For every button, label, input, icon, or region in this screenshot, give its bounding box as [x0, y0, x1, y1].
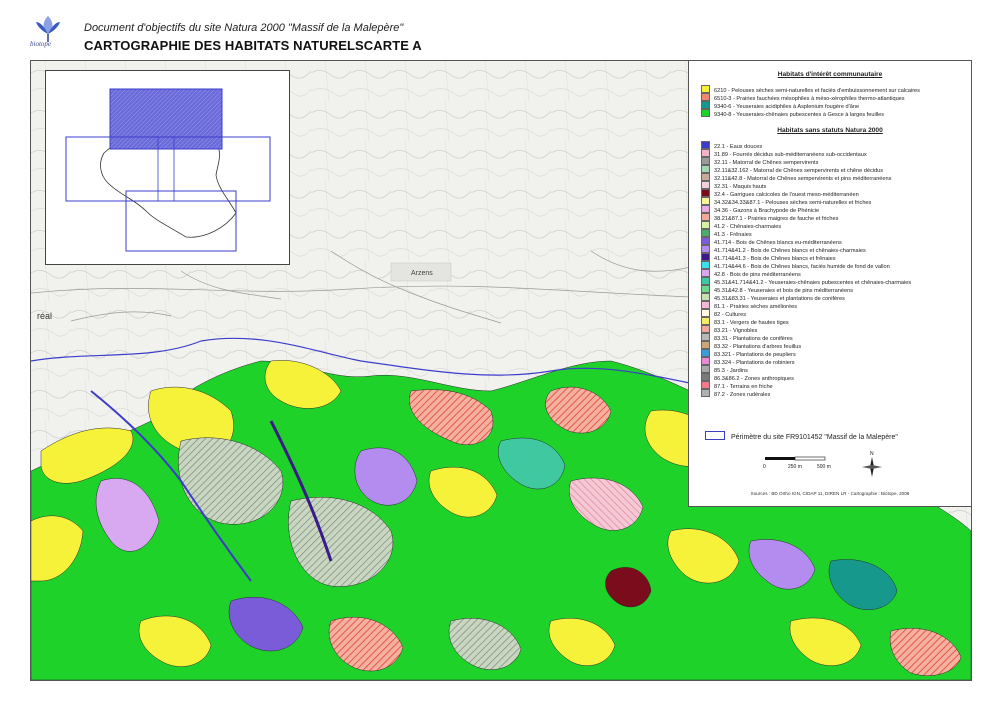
legend-item: 32.11 - Matorral de Chênes sempervirents — [701, 157, 818, 166]
legend-item: 45.31&41.714&41.2 - Yeuseraies-chênaies … — [701, 277, 911, 286]
legend-swatch — [701, 381, 710, 389]
legend-swatch — [701, 181, 710, 189]
inset-locator-map — [45, 70, 290, 265]
legend-item: 41.714&41.2 - Bois de Chênes blancs et c… — [701, 245, 866, 254]
legend-item: 32.11&42.8 - Matorral de Chênes sempervi… — [701, 173, 891, 182]
legend-item: 32.11&32.162 - Matorral de Chênes semper… — [701, 165, 883, 174]
legend-swatch — [701, 101, 710, 109]
legend-item-label: 9340-8 - Yeuseraies-chênaies pubescentes… — [714, 112, 885, 118]
legend-item: 82 - Cultures — [701, 309, 746, 318]
legend-swatch — [701, 277, 710, 285]
legend-swatch — [701, 389, 710, 397]
north-label: N — [870, 451, 874, 457]
legend-item: 6510-3 - Prairies fauchées mésophiles à … — [701, 93, 905, 102]
legend-swatch — [701, 197, 710, 205]
legend-item: 86.3&86.2 - Zones anthropiques — [701, 373, 794, 382]
logo-text: biotope — [30, 40, 51, 48]
legend-item: 34.36 - Gazons à Brachypode de Phénicie — [701, 205, 819, 214]
map-legend: Habitats d'intérêt communautaire 6210 - … — [688, 61, 971, 507]
legend-swatch — [701, 109, 710, 117]
legend-swatch — [701, 373, 710, 381]
legend-swatch — [701, 93, 710, 101]
legend-swatch — [701, 293, 710, 301]
legend-item: 83.324 - Plantations de robiniers — [701, 357, 795, 366]
legend-item-label: 87.2 - Zones rudérales — [714, 392, 771, 398]
legend-swatch — [701, 341, 710, 349]
legend-swatch — [701, 253, 710, 261]
legend-item: 34.32&34.33&87.1 - Pelouses sèches semi-… — [701, 197, 871, 206]
map-edge-label: réal — [37, 311, 52, 321]
legend-item: 41.714 - Bois de Chênes blancs eu-médite… — [701, 237, 842, 246]
legend-swatch — [701, 317, 710, 325]
legend-item: 83.32 - Plantations d'arbres feuillus — [701, 341, 801, 350]
legend-swatch — [701, 365, 710, 373]
legend-item: 83.21 - Vignobles — [701, 325, 757, 334]
legend-swatch — [701, 141, 710, 149]
legend-swatch — [701, 165, 710, 173]
legend-swatch — [701, 301, 710, 309]
document-title: Document d'objectifs du site Natura 2000… — [84, 22, 404, 34]
legend-item: 41.714&41.3 - Bois de Chênes blancs et f… — [701, 253, 836, 262]
perimeter-swatch — [705, 431, 725, 440]
legend-swatch — [701, 245, 710, 253]
legend-item: 87.2 - Zones rudérales — [701, 389, 771, 398]
legend-item: 83.321 - Plantations de peupliers — [701, 349, 796, 358]
legend-swatch — [701, 325, 710, 333]
legend-item: 31.89 - Fourrés décidus sub-méditerranée… — [701, 149, 867, 158]
legend-swatch — [701, 285, 710, 293]
legend-swatch — [701, 213, 710, 221]
legend-swatch — [701, 237, 710, 245]
legend-swatch — [701, 229, 710, 237]
legend-item: 9340-6 - Yeuseraies acidiphiles à Asplen… — [701, 101, 859, 110]
legend-item: 6210 - Pelouses sèches semi-naturelles e… — [701, 85, 920, 94]
legend-swatch — [701, 309, 710, 317]
legend-perimeter: Périmètre du site FR9101452 "Massif de l… — [705, 431, 898, 441]
legend-item: 85.3 - Jardins — [701, 365, 748, 374]
legend-swatch — [701, 333, 710, 341]
legend-swatch — [701, 189, 710, 197]
scale-end: 500 m — [817, 464, 831, 470]
perimeter-label: Périmètre du site FR9101452 "Massif de l… — [731, 434, 898, 441]
legend-swatch — [701, 157, 710, 165]
legend-item: 32.4 - Garrigues calcicoles de l'ouest m… — [701, 189, 859, 198]
legend-sources: Sources : BD Ortho IGN, CIDAP 11, DIREN … — [750, 491, 910, 496]
legend-item: 41.714&44.6 - Bois de Chênes blancs, fac… — [701, 261, 890, 270]
scale-mid: 250 m — [788, 464, 802, 470]
scale-bar: 0 250 m 500 m — [763, 456, 831, 470]
legend-swatch — [701, 269, 710, 277]
legend-item: 22.1 - Eaux douces — [701, 141, 762, 150]
legend-swatch — [701, 173, 710, 181]
legend-item: 41.3 - Frênaies — [701, 229, 752, 238]
legend-item: 38.21&87.1 - Prairies maigres de fauche … — [701, 213, 838, 222]
legend-item: 32.31 - Maquis hauts — [701, 181, 766, 190]
legend-item: 83.1 - Vergers de hautes tiges — [701, 317, 789, 326]
legend-swatch — [701, 85, 710, 93]
legend-item: 9340-8 - Yeuseraies-chênaies pubescentes… — [701, 109, 885, 118]
legend-swatch — [701, 205, 710, 213]
place-label-arzens: Arzens — [411, 270, 433, 277]
legend-swatch — [701, 261, 710, 269]
legend-item: 42.8 - Bois de pins méditerranéens — [701, 269, 801, 278]
scale-zero: 0 — [763, 464, 766, 470]
legend-swatch — [701, 149, 710, 157]
legend-section-1-title: Habitats d'intérêt communautaire — [777, 71, 883, 78]
legend-section-2-title: Habitats sans statuts Natura 2000 — [777, 127, 883, 134]
legend-item: 87.1 - Terrains en friche — [701, 381, 773, 390]
legend-swatch — [701, 349, 710, 357]
legend-swatch — [701, 221, 710, 229]
legend-item: 81.1 - Prairies sèches améliorées — [701, 301, 797, 310]
legend-item: 83.31 - Plantations de conifères — [701, 333, 793, 342]
north-arrow-icon: N — [862, 451, 882, 477]
legend-swatch — [701, 357, 710, 365]
legend-item: 41.2 - Chênaies-charmaies — [701, 221, 781, 230]
legend-item: 45.31&83.31 - Yeuseraies et plantations … — [701, 293, 845, 302]
legend-item: 45.31&42.8 - Yeuseraies et bois de pins … — [701, 285, 853, 294]
main-title: CARTOGRAPHIE DES HABITATS NATURELSCARTE … — [84, 38, 422, 53]
